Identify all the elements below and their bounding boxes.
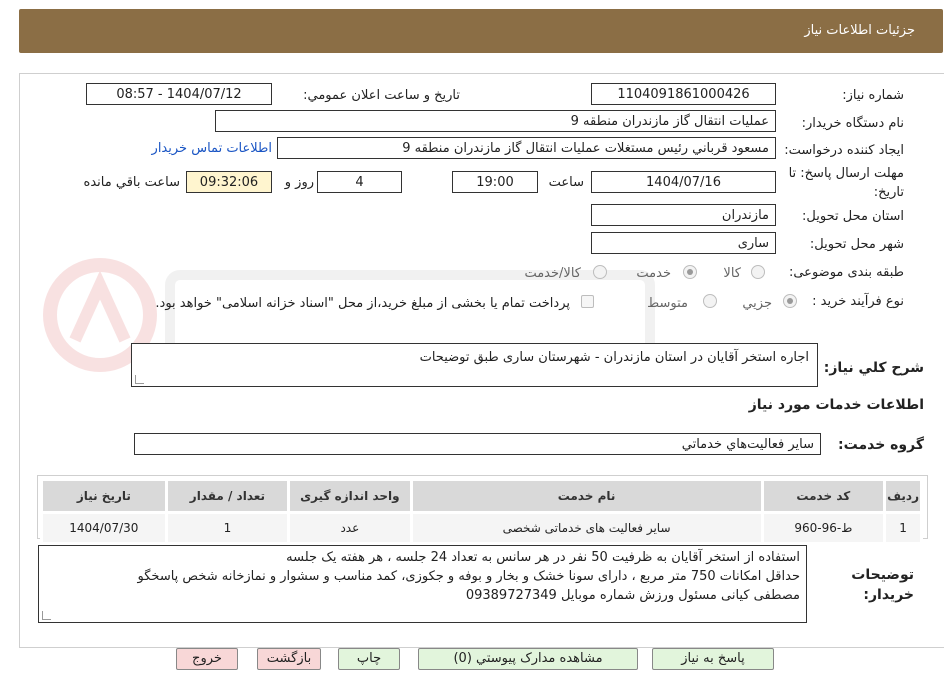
print-button[interactable]: چاپ [338, 648, 400, 670]
deadline-time-field: 19:00 [452, 171, 538, 193]
treasury-checkbox[interactable] [581, 295, 594, 308]
cell-need-date: 1404/07/30 [40, 511, 168, 545]
services-table-header: رديف کد خدمت نام خدمت واحد اندازه گيری ت… [40, 478, 923, 514]
back-button[interactable]: بازگشت [257, 648, 321, 670]
table-row: 1 ط-96-960 سایر فعالیت های خدماتی شخصی ع… [40, 511, 923, 545]
cell-row-number: 1 [883, 511, 923, 545]
service-group-label: گروه خدمت: [838, 437, 924, 453]
cell-quantity: 1 [164, 511, 291, 545]
page-header: جزئیات اطلاعات نیاز [19, 9, 943, 53]
summary-textarea: اجاره استخر آقایان در استان مازندران - ش… [131, 343, 818, 387]
requester-label: ايجاد کننده درخواست: [784, 143, 904, 158]
buyer-notes-line: حداقل امکانات 750 متر مربع ، دارای سونا … [137, 569, 800, 584]
category-radio-goods-service[interactable] [593, 265, 607, 279]
payment-note: پرداخت تمام يا بخشی از مبلغ خريد،از محل … [155, 296, 570, 311]
category-option-service: خدمت [636, 266, 671, 281]
service-group-field: ساير فعاليت‌هاي خدماتي [134, 433, 821, 455]
resize-grip-icon[interactable] [42, 611, 51, 620]
col-service-name: نام خدمت [409, 478, 764, 514]
buyer-notes-label-2: خريدار: [863, 587, 914, 603]
col-row-number: رديف [883, 478, 923, 514]
announce-date-label: تاریخ و ساعت اعلان عمومي: [303, 88, 460, 103]
col-service-code: کد خدمت [760, 478, 887, 514]
remaining-time-field: 09:32:06 [186, 171, 272, 193]
buyer-org-label: نام دستگاه خريدار: [801, 116, 904, 131]
buyer-notes-label: توضيحات [851, 567, 914, 583]
category-label: طبقه بندی موضوعی: [788, 265, 904, 280]
process-radio-minor[interactable] [783, 294, 797, 308]
view-documents-button[interactable]: مشاهده مدارک پيوستي (0) [418, 648, 638, 670]
province-label: استان محل تحويل: [802, 209, 904, 224]
page-title: جزئیات اطلاعات نیاز [804, 23, 915, 38]
province-field: مازندران [591, 204, 776, 226]
cell-service-name: سایر فعالیت های خدماتی شخصی [409, 511, 764, 545]
category-option-goods-service: کالا/خدمت [524, 266, 581, 281]
days-field: 4 [317, 171, 402, 193]
deadline-date-field: 1404/07/16 [591, 171, 776, 193]
category-radio-service[interactable] [683, 265, 697, 279]
buyer-notes-textarea: استفاده از استخر آقایان به ظرفیت 50 نفر … [38, 545, 807, 623]
summary-text: اجاره استخر آقایان در استان مازندران - ش… [419, 350, 809, 365]
need-number-field: 1104091861000426 [591, 83, 776, 105]
process-option-minor: جزيي [742, 296, 772, 311]
cell-unit: عدد [287, 511, 413, 545]
process-label: نوع فرآيند خريد : [812, 294, 904, 309]
category-option-goods: کالا [723, 266, 741, 281]
process-option-medium: متوسط [647, 296, 688, 311]
city-field: ساری [591, 232, 776, 254]
summary-label: شرح کلي نياز: [823, 360, 924, 376]
buyer-contact-link[interactable]: اطلاعات تماس خريدار [152, 141, 272, 156]
reply-button[interactable]: پاسخ به نياز [652, 648, 774, 670]
col-need-date: تاريخ نياز [40, 478, 168, 514]
cell-service-code: ط-96-960 [760, 511, 887, 545]
buyer-org-field: عمليات انتقال گاز مازندران منطقه 9 [215, 110, 776, 132]
buyer-notes-line: مصطفی کیانی مسئول ورزش شماره موبایل 0938… [465, 588, 800, 603]
exit-button[interactable]: خروج [176, 648, 238, 670]
deadline-label: مهلت ارسال پاسخ: تا [788, 166, 904, 181]
city-label: شهر محل تحويل: [809, 237, 904, 252]
col-unit: واحد اندازه گيری [287, 478, 413, 514]
resize-grip-icon[interactable] [135, 375, 144, 384]
deadline-time-label: ساعت [548, 175, 584, 190]
remaining-time-label: ساعت باقي مانده [83, 175, 180, 190]
process-radio-medium[interactable] [703, 294, 717, 308]
buyer-notes-line: استفاده از استخر آقایان به ظرفیت 50 نفر … [286, 550, 800, 565]
category-radio-goods[interactable] [751, 265, 765, 279]
services-table: رديف کد خدمت نام خدمت واحد اندازه گيری ت… [40, 478, 923, 545]
requester-field: مسعود قرباني رئيس مستغلات عمليات انتقال … [277, 137, 776, 159]
services-section-title: اطلاعات خدمات مورد نياز [748, 397, 924, 413]
announce-date-field: 1404/07/12 - 08:57 [86, 83, 272, 105]
need-number-label: شماره نیاز: [842, 88, 904, 103]
deadline-label-date: تاريخ: [873, 185, 904, 200]
col-quantity: تعداد / مقدار [164, 478, 291, 514]
days-label: روز و [284, 175, 314, 190]
